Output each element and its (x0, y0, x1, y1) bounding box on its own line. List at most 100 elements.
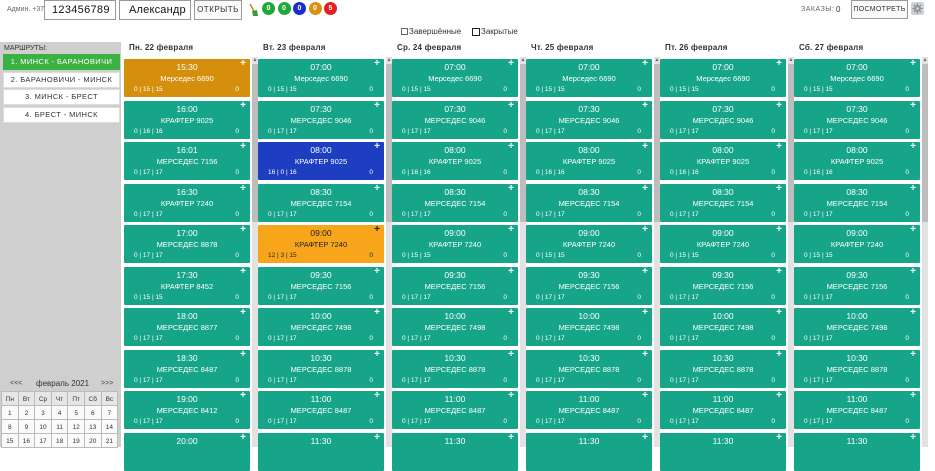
add-booking-icon[interactable]: + (508, 349, 514, 360)
add-booking-icon[interactable]: + (240, 142, 246, 152)
add-booking-icon[interactable]: + (642, 59, 648, 69)
closed-checkbox[interactable] (472, 27, 480, 36)
add-booking-icon[interactable]: + (776, 59, 782, 69)
trip-card[interactable]: 08:30 МЕРСЕДЕС 7154 0 | 17 | 17 0 + (258, 183, 384, 222)
calendar-day[interactable]: 4 (50, 405, 69, 420)
add-booking-icon[interactable]: + (508, 225, 514, 235)
trip-card[interactable]: 08:00 КРАФТЕР 9025 0 | 16 | 16 0 + (392, 142, 518, 180)
status-circle-3[interactable]: 0 (293, 2, 306, 15)
trip-card[interactable]: 07:00 Мерседес 6690 0 | 15 | 15 0 + (794, 59, 920, 97)
status-circle-5[interactable]: 5 (324, 2, 337, 15)
trip-card[interactable]: 07:00 Мерседес 6690 0 | 15 | 15 0 + (526, 59, 652, 97)
add-booking-icon[interactable]: + (508, 308, 514, 318)
add-booking-icon[interactable]: + (910, 225, 916, 235)
add-booking-icon[interactable]: + (910, 183, 916, 194)
trip-card[interactable]: 10:30 МЕРСЕДЕС 8878 0 | 17 | 17 0 + (392, 349, 518, 388)
add-booking-icon[interactable]: + (642, 225, 648, 235)
add-booking-icon[interactable]: + (642, 266, 648, 277)
calendar-day[interactable]: 18 (50, 433, 69, 448)
add-booking-icon[interactable]: + (776, 266, 782, 277)
route-item-1[interactable]: 1. МИНСК - БАРАНОВИЧИ (3, 54, 120, 70)
calendar-day[interactable]: 13 (83, 419, 102, 434)
completed-filter[interactable]: Завершённые (401, 27, 461, 36)
add-booking-icon[interactable]: + (642, 432, 648, 443)
trip-card[interactable]: 09:00 КРАФТЕР 7240 12 | 3 | 15 0 + (258, 225, 384, 263)
trip-card[interactable]: 07:00 Мерседес 6690 0 | 15 | 15 0 + (660, 59, 786, 97)
add-booking-icon[interactable]: + (240, 183, 246, 194)
trip-card[interactable]: 10:00 МЕРСЕДЕС 7498 0 | 17 | 17 0 + (526, 308, 652, 346)
trip-card[interactable]: 09:00 КРАФТЕР 7240 0 | 15 | 15 0 + (660, 225, 786, 263)
trip-card[interactable]: 09:00 КРАФТЕР 7240 0 | 15 | 15 0 + (526, 225, 652, 263)
add-booking-icon[interactable]: + (374, 100, 380, 111)
add-booking-icon[interactable]: + (240, 391, 246, 401)
trip-card[interactable]: 10:00 МЕРСЕДЕС 7498 0 | 17 | 17 0 + (258, 308, 384, 346)
trip-card[interactable]: 16:30 КРАФТЕР 7240 0 | 17 | 17 0 + (124, 183, 250, 222)
trip-card[interactable]: 10:00 МЕРСЕДЕС 7498 0 | 17 | 17 0 + (660, 308, 786, 346)
column-scrollbar[interactable]: ▲ (922, 57, 928, 447)
add-booking-icon[interactable]: + (910, 266, 916, 277)
trip-card[interactable]: 16:00 КРАФТЕР 9025 0 | 16 | 16 0 + (124, 100, 250, 139)
trip-card[interactable]: 08:30 МЕРСЕДЕС 7154 0 | 17 | 17 0 + (392, 183, 518, 222)
trip-card[interactable]: 10:30 МЕРСЕДЕС 8878 0 | 17 | 17 0 + (794, 349, 920, 388)
trip-card[interactable]: 07:30 МЕРСЕДЕС 9046 0 | 17 | 17 0 + (660, 100, 786, 139)
closed-filter[interactable]: Закрытые (472, 27, 518, 36)
view-button[interactable]: ПОСМОТРЕТЬ (851, 0, 908, 19)
add-booking-icon[interactable]: + (910, 391, 916, 401)
add-booking-icon[interactable]: + (910, 308, 916, 318)
trip-card[interactable]: 11:00 МЕРСЕДЕС 8487 0 | 17 | 17 0 + (660, 391, 786, 429)
trip-card[interactable]: 18:30 МЕРСЕДЕС 8487 0 | 17 | 17 0 + (124, 349, 250, 388)
trip-card[interactable]: 15:30 Мерседес 6690 0 | 15 | 15 0 + (124, 59, 250, 97)
calendar-day[interactable]: 9 (17, 419, 36, 434)
add-booking-icon[interactable]: + (642, 142, 648, 152)
trip-card[interactable]: 09:30 МЕРСЕДЕС 7156 0 | 17 | 17 0 + (660, 266, 786, 305)
add-booking-icon[interactable]: + (776, 308, 782, 318)
scroll-up-icon[interactable]: ▲ (922, 57, 928, 63)
trip-card[interactable]: 07:30 МЕРСЕДЕС 9046 0 | 17 | 17 0 + (392, 100, 518, 139)
trip-card[interactable]: 10:00 МЕРСЕДЕС 7498 0 | 17 | 17 0 + (794, 308, 920, 346)
trip-card[interactable]: 09:30 МЕРСЕДЕС 7156 0 | 17 | 17 0 + (392, 266, 518, 305)
status-circle-4[interactable]: 0 (308, 2, 322, 15)
trip-card[interactable]: 07:00 Мерседес 6690 0 | 15 | 15 0 + (258, 59, 384, 97)
scrollbar-thumb[interactable] (922, 64, 928, 222)
trip-card[interactable]: 20:00 + (124, 432, 250, 471)
completed-checkbox[interactable] (401, 28, 408, 35)
trip-card[interactable]: 11:00 МЕРСЕДЕС 8487 0 | 17 | 17 0 + (526, 391, 652, 429)
trip-card[interactable]: 11:30 + (794, 432, 920, 471)
calendar-day[interactable]: 17 (34, 433, 52, 448)
add-booking-icon[interactable]: + (910, 59, 916, 69)
add-booking-icon[interactable]: + (776, 142, 782, 152)
status-circle-1[interactable]: 0 (262, 2, 275, 15)
trip-card[interactable]: 09:30 МЕРСЕДЕС 7156 0 | 17 | 17 0 + (526, 266, 652, 305)
add-booking-icon[interactable]: + (910, 100, 916, 111)
add-booking-icon[interactable]: + (776, 349, 782, 360)
add-booking-icon[interactable]: + (508, 432, 514, 443)
add-booking-icon[interactable]: + (240, 308, 246, 318)
calendar-day[interactable]: 6 (83, 405, 102, 420)
add-booking-icon[interactable]: + (642, 308, 648, 318)
calendar-day[interactable]: 1 (1, 405, 19, 420)
add-booking-icon[interactable]: + (374, 432, 380, 443)
trip-card[interactable]: 11:30 + (258, 432, 384, 471)
add-booking-icon[interactable]: + (240, 432, 246, 443)
trip-card[interactable]: 11:30 + (526, 432, 652, 471)
add-booking-icon[interactable]: + (508, 183, 514, 194)
add-booking-icon[interactable]: + (240, 100, 246, 111)
trip-card[interactable]: 17:30 КРАФТЕР 8452 0 | 15 | 15 0 + (124, 266, 250, 305)
calendar-day[interactable]: 19 (67, 433, 85, 448)
calendar-day[interactable]: 7 (100, 405, 119, 420)
trip-card[interactable]: 09:00 КРАФТЕР 7240 0 | 15 | 15 0 + (392, 225, 518, 263)
add-booking-icon[interactable]: + (240, 349, 246, 360)
add-booking-icon[interactable]: + (374, 183, 380, 194)
add-booking-icon[interactable]: + (508, 142, 514, 152)
client-name-input[interactable]: Александр (119, 0, 191, 20)
calendar-day[interactable]: 3 (34, 405, 52, 420)
calendar-day[interactable]: 16 (17, 433, 36, 448)
trip-card[interactable]: 11:30 + (392, 432, 518, 471)
trip-card[interactable]: 18:00 МЕРСЕДЕС 8877 0 | 17 | 17 0 + (124, 308, 250, 346)
add-booking-icon[interactable]: + (776, 183, 782, 194)
calendar-day[interactable]: 11 (50, 419, 69, 434)
add-booking-icon[interactable]: + (910, 142, 916, 152)
trip-card[interactable]: 09:30 МЕРСЕДЕС 7156 0 | 17 | 17 0 + (794, 266, 920, 305)
route-item-4[interactable]: 4. БРЕСТ - МИНСК (3, 106, 120, 123)
trip-card[interactable]: 08:00 КРАФТЕР 9025 0 | 16 | 16 0 + (794, 142, 920, 180)
